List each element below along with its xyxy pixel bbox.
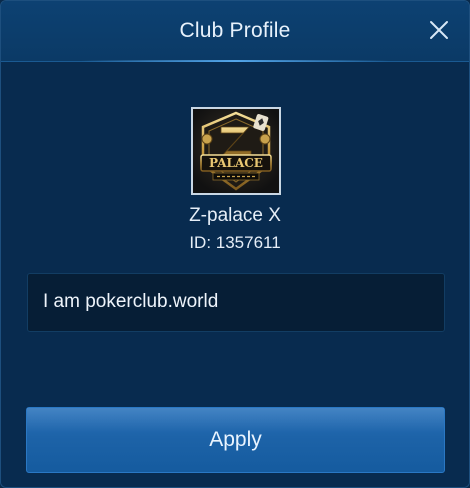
apply-button[interactable]: Apply [26,407,445,473]
close-button[interactable] [427,18,451,42]
apply-button-label: Apply [209,428,262,451]
close-icon [430,21,448,39]
club-id: ID: 1357611 [189,233,281,252]
club-description-field[interactable]: I am pokerclub.world [27,273,445,332]
dialog-body: PALACE Z-palace X ID: 1357611 I am poker… [1,62,469,487]
club-avatar: PALACE [191,107,281,195]
svg-text:PALACE: PALACE [209,156,263,170]
dialog-header: Club Profile [1,1,469,62]
dialog-title: Club Profile [179,19,291,42]
club-logo-image: PALACE [193,109,279,193]
club-name: Z-palace X [189,205,281,226]
club-profile-dialog: Club Profile PALACE Z-palace X ID: 13576… [0,0,470,488]
